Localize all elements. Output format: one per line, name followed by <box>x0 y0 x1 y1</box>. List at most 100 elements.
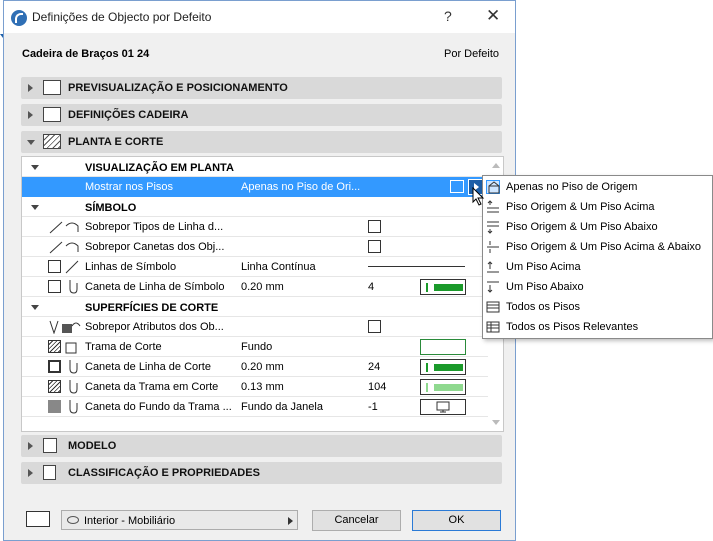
default-object-settings-dialog: Definições de Objecto por Defeito ? ✕ Ca… <box>3 0 516 541</box>
close-button[interactable]: ✕ <box>486 6 500 26</box>
override-pens-checkbox[interactable] <box>368 240 381 253</box>
one-below-icon <box>486 280 500 294</box>
eye-icon <box>67 516 79 524</box>
pen-color-swatch[interactable] <box>420 379 466 395</box>
param-value: Fundo da Janela <box>241 401 323 413</box>
section-chair[interactable]: DEFINIÇÕES CADEIRA <box>21 104 502 126</box>
default-label: Por Defeito <box>444 48 500 60</box>
layer-name: Interior - Mobiliário <box>84 515 176 527</box>
layer-dropdown[interactable]: Interior - Mobiliário <box>61 510 298 530</box>
section-classification[interactable]: CLASSIFICAÇÃO E PROPRIEDADES <box>21 462 502 484</box>
row-override-line-types[interactable]: Sobrepor Tipos de Linha d... <box>22 217 488 237</box>
symbol-line-icon <box>48 260 84 274</box>
override-line-icon <box>49 221 79 234</box>
menu-item-label: Piso Origem & Um Piso Acima & Abaixo <box>506 241 702 253</box>
menu-item-home-above-below[interactable]: Piso Origem & Um Piso Acima & Abaixo <box>483 237 712 257</box>
pen-number: -1 <box>368 401 378 413</box>
cancel-button[interactable]: Cancelar <box>312 510 401 531</box>
menu-item-one-below[interactable]: Um Piso Abaixo <box>483 277 712 297</box>
scroll-down-icon[interactable] <box>492 420 500 425</box>
pen-icon <box>69 360 78 374</box>
param-label: Sobrepor Atributos dos Ob... <box>85 321 224 333</box>
param-label: Caneta de Linha de Símbolo <box>85 281 225 293</box>
row-override-pens[interactable]: Sobrepor Canetas dos Obj... <box>22 237 488 257</box>
background-fill-icon <box>48 400 61 413</box>
expand-arrow-icon <box>28 84 33 92</box>
param-label: Trama de Corte <box>85 341 162 353</box>
param-value: 0.13 mm <box>241 381 284 393</box>
row-cut-line-pen[interactable]: Caneta de Linha de Corte 0.20 mm 24 <box>22 357 488 377</box>
relevant-stories-icon <box>486 320 500 334</box>
fill-swatch[interactable] <box>420 339 466 355</box>
group-symbol[interactable]: SÍMBOLO <box>22 197 488 217</box>
pen-number: 104 <box>368 381 387 393</box>
pen-icon-group <box>48 280 84 294</box>
section-plan[interactable]: PLANTA E CORTE <box>21 131 502 153</box>
line-type-icon <box>48 220 84 234</box>
one-above-icon <box>486 260 500 274</box>
row-cut-fill-pen[interactable]: Caneta da Trama em Corte 0.13 mm 104 <box>22 377 488 397</box>
row-cut-fill[interactable]: Trama de Corte Fundo <box>22 337 488 357</box>
story-up-down-icon <box>486 240 500 254</box>
expand-arrow-icon <box>28 469 33 477</box>
mouse-cursor-icon <box>472 187 485 206</box>
override-cut-attrs-checkbox[interactable] <box>368 320 381 333</box>
section-model[interactable]: MODELO <box>21 435 502 457</box>
group-cut-surfaces[interactable]: SUPERFÍCIES DE CORTE <box>22 297 488 317</box>
menu-item-home-and-one-below[interactable]: Piso Origem & Um Piso Abaixo <box>483 217 712 237</box>
object-name: Cadeira de Braços 01 24 <box>22 48 150 60</box>
parameters-icon <box>43 107 61 122</box>
line-icon <box>65 260 79 274</box>
menu-item-label: Todos os Pisos <box>506 301 580 313</box>
pen-color-swatch[interactable] <box>420 359 466 375</box>
override-pen-icon <box>49 241 79 254</box>
section-preview[interactable]: PREVISUALIZAÇÃO E POSICIONAMENTO <box>21 77 502 99</box>
caret-right-icon <box>288 517 293 525</box>
row-override-cut-attrs[interactable]: Sobrepor Atributos dos Ob... <box>22 317 488 337</box>
archicad-icon <box>11 10 27 26</box>
plan-section-icon <box>43 134 61 149</box>
plan-section-panel: VISUALIZAÇÃO EM PLANTA Mostrar nos Pisos… <box>21 156 504 432</box>
checkbox-icon <box>48 280 61 293</box>
row-symbol-lines[interactable]: Linhas de Símbolo Linha Contínua <box>22 257 488 277</box>
override-cut-icon <box>49 320 81 335</box>
menu-item-all-stories[interactable]: Todos os Pisos <box>483 297 712 317</box>
story-up-icon <box>486 200 500 214</box>
menu-item-label: Todos os Pisos Relevantes <box>506 321 639 333</box>
row-cut-bg-pen[interactable]: Caneta do Fundo da Trama ... Fundo da Ja… <box>22 397 488 417</box>
pen-number: 4 <box>368 281 375 293</box>
param-label: Linhas de Símbolo <box>85 261 177 273</box>
collapse-arrow-icon <box>31 165 39 170</box>
menu-item-home-and-one-above[interactable]: Piso Origem & Um Piso Acima <box>483 197 712 217</box>
help-button[interactable]: ? <box>444 8 452 24</box>
row-symbol-line-pen[interactable]: Caneta de Linha de Símbolo 0.20 mm 4 <box>22 277 488 297</box>
row-show-on-stories[interactable]: Mostrar nos Pisos Apenas no Piso de Ori.… <box>22 177 488 197</box>
scroll-up-icon[interactable] <box>492 163 500 168</box>
story-down-icon <box>486 220 500 234</box>
pen-icon <box>69 400 78 414</box>
override-line-types-checkbox[interactable] <box>368 220 381 233</box>
monitor-icon <box>436 401 450 413</box>
collapse-arrow-icon <box>31 305 39 310</box>
story-options-menu: Apenas no Piso de Origem Piso Origem & U… <box>482 175 713 339</box>
param-value: Linha Contínua <box>241 261 316 273</box>
group-plan-view[interactable]: VISUALIZAÇÃO EM PLANTA <box>22 157 488 177</box>
group-label: SUPERFÍCIES DE CORTE <box>85 302 219 314</box>
section-label: PLANTA E CORTE <box>68 136 164 148</box>
ok-button[interactable]: OK <box>412 510 501 531</box>
pen-override-icon <box>48 240 84 254</box>
menu-item-home-story-only[interactable]: Apenas no Piso de Origem <box>483 177 712 197</box>
expand-arrow-icon <box>28 442 33 450</box>
section-label: MODELO <box>68 440 117 452</box>
collapse-arrow-icon <box>31 205 39 210</box>
window-background-swatch[interactable] <box>420 399 466 415</box>
pen-color-swatch[interactable] <box>420 279 466 295</box>
menu-item-all-relevant-stories[interactable]: Todos os Pisos Relevantes <box>483 317 712 337</box>
param-label: Caneta da Trama em Corte <box>85 381 219 393</box>
pen-icon-group <box>48 380 84 394</box>
cut-attr-icon <box>48 320 84 335</box>
section-label: CLASSIFICAÇÃO E PROPRIEDADES <box>68 467 260 479</box>
menu-item-label: Piso Origem & Um Piso Acima <box>506 201 655 213</box>
menu-item-one-above[interactable]: Um Piso Acima <box>483 257 712 277</box>
param-label: Mostrar nos Pisos <box>85 181 174 193</box>
